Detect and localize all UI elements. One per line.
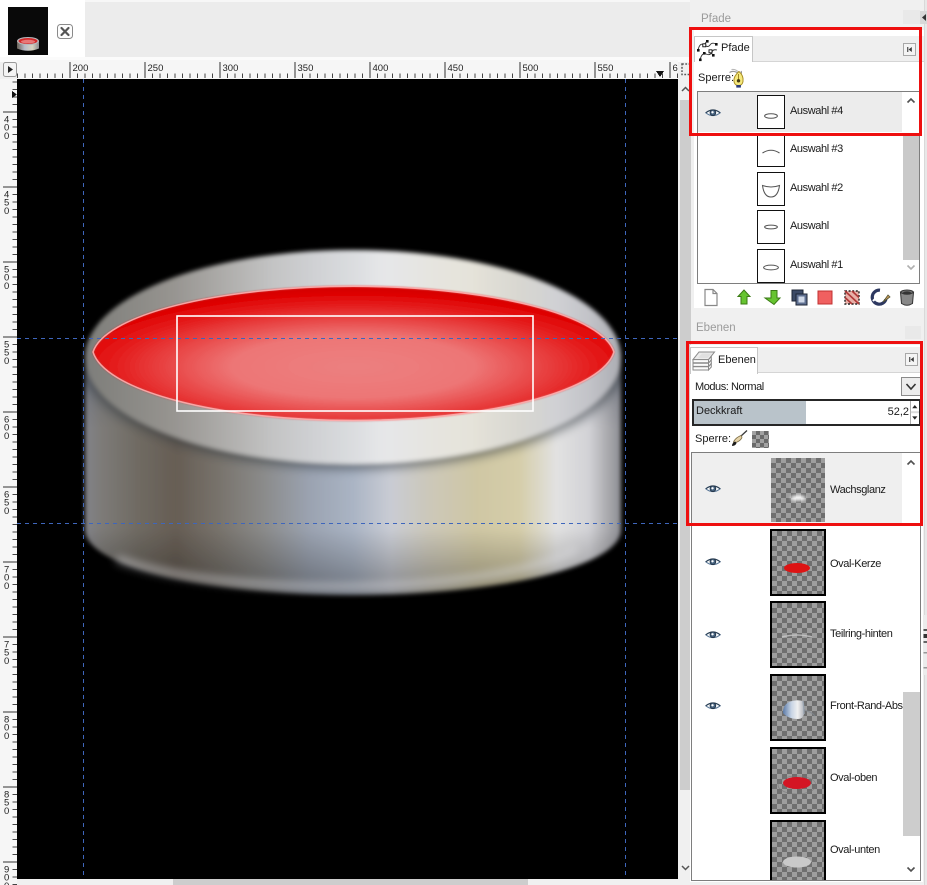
svg-text:0: 0 [4, 581, 9, 592]
svg-text:0: 0 [4, 131, 9, 142]
svg-text:0: 0 [4, 281, 9, 292]
svg-text:0: 0 [4, 806, 9, 817]
svg-text:0: 0 [4, 731, 9, 742]
svg-text:0: 0 [4, 356, 9, 367]
svg-text:0: 0 [4, 206, 9, 217]
svg-text:350: 350 [298, 63, 314, 74]
svg-text:600: 600 [673, 63, 679, 74]
svg-text:550: 550 [598, 63, 614, 74]
svg-text:450: 450 [448, 63, 464, 74]
svg-text:300: 300 [223, 63, 239, 74]
svg-text:0: 0 [4, 431, 9, 442]
svg-text:500: 500 [523, 63, 539, 74]
svg-text:400: 400 [373, 63, 389, 74]
svg-text:200: 200 [73, 63, 89, 74]
svg-text:0: 0 [4, 881, 9, 885]
svg-text:250: 250 [148, 63, 164, 74]
svg-text:0: 0 [4, 656, 9, 667]
svg-text:0: 0 [4, 506, 9, 517]
